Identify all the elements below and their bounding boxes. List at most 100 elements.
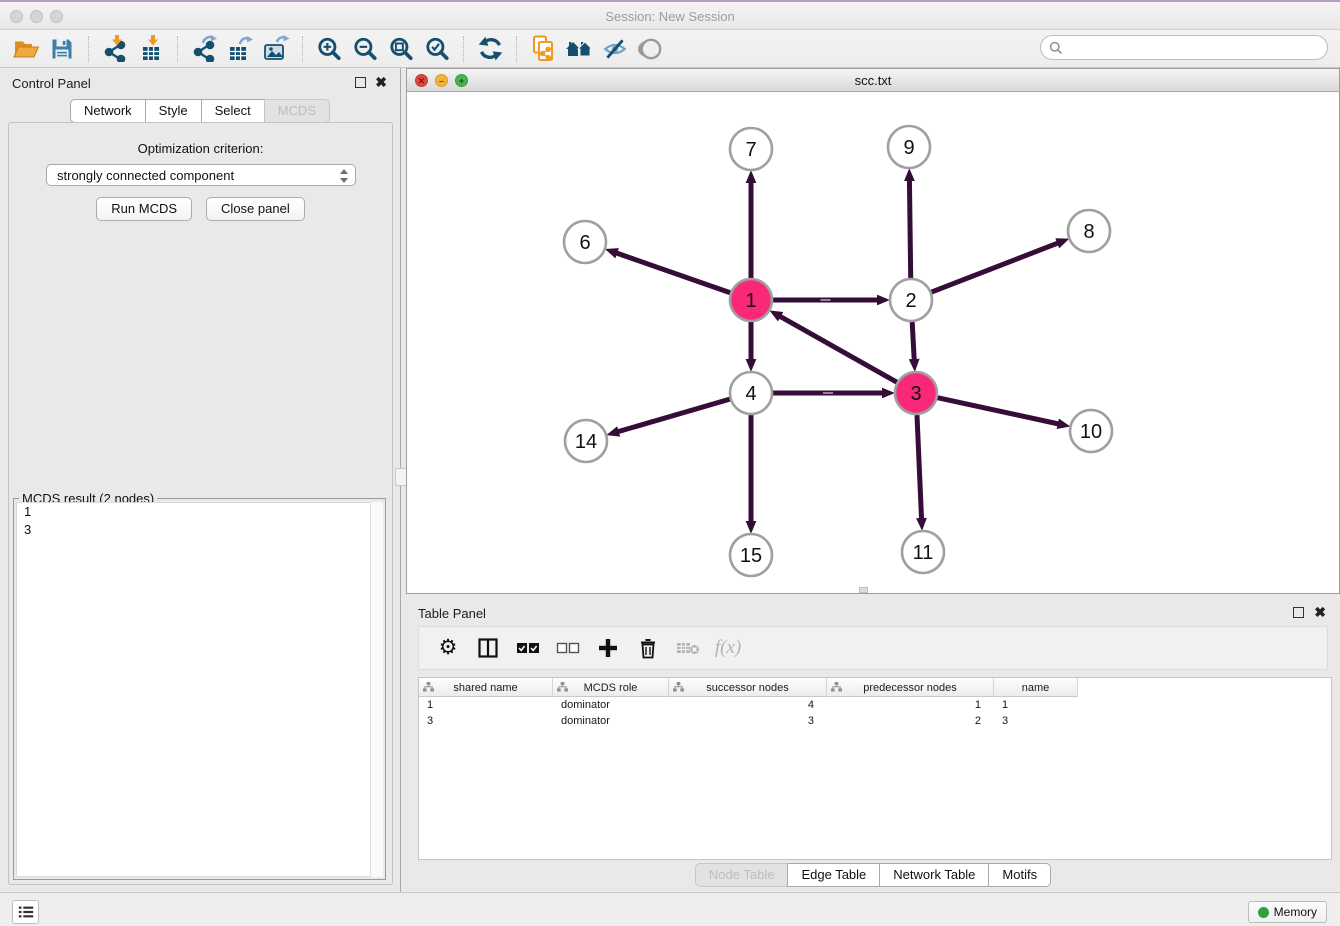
column-header[interactable]: name bbox=[994, 678, 1078, 697]
zoom-out-icon bbox=[352, 36, 378, 62]
search-input[interactable] bbox=[1063, 40, 1327, 55]
svg-text:10: 10 bbox=[1080, 421, 1102, 443]
zoom-fit-button[interactable] bbox=[383, 33, 419, 65]
svg-text:11: 11 bbox=[913, 542, 934, 564]
zoom-out-button[interactable] bbox=[347, 33, 383, 65]
criterion-select[interactable]: strongly connected component bbox=[46, 164, 356, 186]
delete-table-button[interactable] bbox=[675, 635, 701, 661]
table-cell: 3 bbox=[419, 713, 553, 729]
node-table-rows: 1dominator4113dominator323 bbox=[419, 697, 1331, 729]
search-field[interactable] bbox=[1040, 35, 1328, 60]
table-cell: 1 bbox=[827, 697, 994, 713]
split-view-button[interactable] bbox=[475, 635, 501, 661]
tab-style[interactable]: Style bbox=[145, 99, 202, 123]
tab-select[interactable]: Select bbox=[201, 99, 265, 123]
memory-label: Memory bbox=[1274, 905, 1317, 919]
app-window: Session: New Session bbox=[0, 0, 1340, 926]
result-line: 1 bbox=[17, 503, 382, 521]
clear-column-selection-button[interactable] bbox=[555, 635, 581, 661]
import-network-button[interactable] bbox=[97, 33, 133, 65]
close-table-panel-icon[interactable]: ✖ bbox=[1314, 604, 1326, 620]
table-cell: dominator bbox=[553, 697, 669, 713]
column-header[interactable]: shared name bbox=[419, 678, 553, 697]
toolbar-separator bbox=[88, 36, 89, 62]
node-table: shared nameMCDS rolesuccessor nodesprede… bbox=[418, 677, 1332, 860]
table-toolbar: ⚙ bbox=[418, 626, 1328, 670]
close-mcds-panel-button[interactable]: Close panel bbox=[206, 197, 305, 221]
zoom-selected-button[interactable] bbox=[419, 33, 455, 65]
svg-text:9: 9 bbox=[903, 137, 914, 159]
fx-icon: f(x) bbox=[715, 637, 741, 659]
toolbar-separator bbox=[302, 36, 303, 62]
control-panel-title: Control Panel bbox=[12, 76, 91, 91]
svg-text:4: 4 bbox=[745, 383, 756, 405]
table-panel-tabs: Node Table Edge Table Network Table Moti… bbox=[406, 863, 1340, 887]
table-settings-button[interactable]: ⚙ bbox=[435, 635, 461, 661]
export-table-button[interactable] bbox=[222, 33, 258, 65]
mcds-tab-content: Optimization criterion: strongly connect… bbox=[8, 122, 393, 885]
first-neighbors-button[interactable] bbox=[561, 33, 597, 65]
zoom-fit-icon bbox=[388, 36, 414, 62]
window-title: Session: New Session bbox=[0, 9, 1340, 24]
hide-selected-button[interactable] bbox=[597, 33, 633, 65]
table-cell: dominator bbox=[553, 713, 669, 729]
tab-network-table[interactable]: Network Table bbox=[879, 863, 989, 887]
select-all-columns-button[interactable] bbox=[515, 635, 541, 661]
trash-icon bbox=[638, 637, 658, 659]
network-view-titlebar: ✕ – + scc.txt bbox=[407, 69, 1339, 92]
table-panel: Table Panel ✖ ⚙ bbox=[406, 598, 1340, 892]
select-stepper-icon bbox=[339, 168, 349, 184]
svg-text:6: 6 bbox=[579, 232, 590, 254]
network-view-title: scc.txt bbox=[407, 73, 1339, 88]
save-session-button[interactable] bbox=[44, 33, 80, 65]
canvas-scroll-handle[interactable] bbox=[859, 587, 868, 593]
show-all-button[interactable] bbox=[633, 33, 669, 65]
tab-edge-table[interactable]: Edge Table bbox=[787, 863, 880, 887]
mcds-result-list[interactable]: 13 bbox=[16, 502, 383, 877]
close-panel-icon[interactable]: ✖ bbox=[375, 74, 387, 90]
tab-motifs[interactable]: Motifs bbox=[988, 863, 1051, 887]
column-header[interactable]: predecessor nodes bbox=[827, 678, 994, 697]
plus-icon bbox=[598, 638, 618, 658]
save-floppy-icon bbox=[50, 37, 74, 61]
mcds-result-group: MCDS result (2 nodes) 13 bbox=[13, 498, 386, 880]
network-graph: 7968124314101511 bbox=[407, 92, 1339, 594]
export-image-icon bbox=[263, 35, 290, 62]
svg-text:7: 7 bbox=[745, 139, 756, 161]
tab-network[interactable]: Network bbox=[70, 99, 146, 123]
export-network-button[interactable] bbox=[186, 33, 222, 65]
tab-mcds[interactable]: MCDS bbox=[264, 99, 330, 123]
node-table-header: shared nameMCDS rolesuccessor nodesprede… bbox=[419, 678, 1078, 697]
function-builder-button[interactable]: f(x) bbox=[715, 635, 741, 661]
svg-text:14: 14 bbox=[575, 431, 597, 453]
result-scrollbar[interactable] bbox=[370, 502, 383, 877]
column-header[interactable]: MCDS role bbox=[553, 678, 669, 697]
apply-layout-button[interactable] bbox=[472, 33, 508, 65]
show-task-history-button[interactable] bbox=[12, 900, 39, 924]
export-image-button[interactable] bbox=[258, 33, 294, 65]
open-folder-icon bbox=[13, 37, 40, 61]
column-header[interactable]: successor nodes bbox=[669, 678, 827, 697]
run-mcds-button[interactable]: Run MCDS bbox=[96, 197, 192, 221]
open-session-button[interactable] bbox=[8, 33, 44, 65]
delete-column-button[interactable] bbox=[635, 635, 661, 661]
table-row[interactable]: 1dominator411 bbox=[419, 697, 1331, 713]
delete-table-icon bbox=[676, 640, 700, 656]
eye-slash-icon bbox=[602, 36, 628, 62]
float-panel-icon[interactable] bbox=[355, 77, 366, 88]
float-table-panel-icon[interactable] bbox=[1293, 607, 1304, 618]
import-table-button[interactable] bbox=[133, 33, 169, 65]
network-canvas[interactable]: 7968124314101511 bbox=[407, 92, 1339, 593]
control-panel-tabs: Network Style Select MCDS bbox=[0, 99, 400, 123]
tab-node-table[interactable]: Node Table bbox=[695, 863, 789, 887]
control-panel: Control Panel ✖ Network Style Select MCD… bbox=[0, 68, 401, 892]
import-network-icon bbox=[102, 35, 129, 62]
svg-text:3: 3 bbox=[910, 383, 921, 405]
eye-icon bbox=[638, 36, 664, 62]
memory-button[interactable]: Memory bbox=[1248, 901, 1327, 923]
table-row[interactable]: 3dominator323 bbox=[419, 713, 1331, 729]
add-column-button[interactable] bbox=[595, 635, 621, 661]
zoom-in-button[interactable] bbox=[311, 33, 347, 65]
search-icon bbox=[1049, 41, 1063, 55]
new-network-from-selection-button[interactable] bbox=[525, 33, 561, 65]
